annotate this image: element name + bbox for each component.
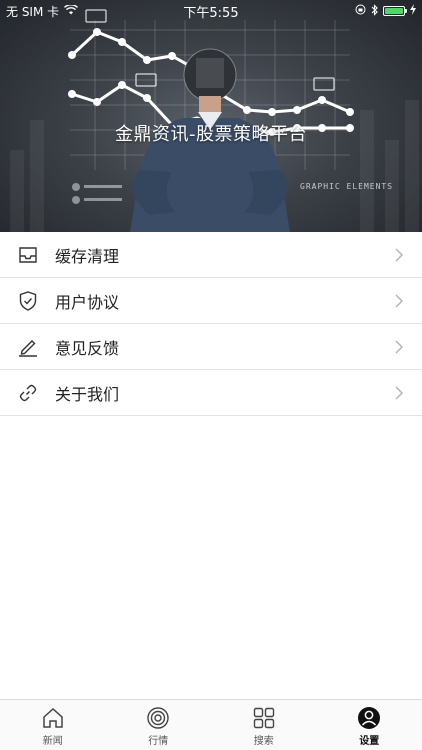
grid-icon	[253, 707, 274, 729]
tab-news[interactable]: 新闻	[0, 700, 106, 750]
header-banner: 金鼎资讯-股票策略平台 GRAPHIC ELEMENTS	[0, 0, 422, 232]
tab-label: 行情	[148, 736, 169, 747]
menu-item-clear-cache[interactable]: 缓存清理	[0, 232, 422, 278]
chevron-right-icon	[395, 385, 404, 400]
pencil-icon	[17, 336, 39, 358]
battery-icon	[383, 6, 407, 16]
tab-bar: 新闻 行情 搜索 设置	[0, 699, 422, 750]
menu-item-label: 缓存清理	[55, 246, 120, 266]
shield-check-icon	[17, 290, 39, 312]
menu-item-label: 用户协议	[55, 292, 120, 312]
carrier-label: 无 SIM 卡	[6, 4, 60, 19]
menu-item-user-agreement[interactable]: 用户协议	[0, 278, 422, 324]
link-icon	[17, 382, 39, 404]
menu-item-about-us[interactable]: 关于我们	[0, 370, 422, 416]
charging-icon	[410, 4, 416, 18]
home-icon	[43, 707, 63, 728]
settings-menu: 缓存清理 用户协议 意见反馈 关于我们	[0, 232, 422, 416]
menu-item-label: 关于我们	[55, 384, 120, 404]
bluetooth-icon	[371, 3, 378, 19]
target-icon	[147, 707, 169, 729]
user-icon	[358, 707, 381, 729]
menu-item-label: 意见反馈	[55, 338, 120, 358]
tab-settings[interactable]: 设置	[317, 700, 422, 750]
chevron-right-icon	[395, 247, 404, 262]
tab-label: 设置	[359, 736, 380, 747]
tab-label: 搜索	[253, 736, 274, 747]
wifi-icon	[64, 4, 79, 18]
tab-search[interactable]: 搜索	[211, 700, 317, 750]
banner-title: 金鼎资讯-股票策略平台	[115, 124, 307, 145]
tab-market[interactable]: 行情	[106, 700, 212, 750]
tab-label: 新闻	[42, 736, 63, 747]
banner-graphic	[10, 9, 419, 232]
banner-graphic-caption: GRAPHIC ELEMENTS	[300, 182, 394, 191]
status-bar: 无 SIM 卡 下午5:55	[0, 0, 422, 22]
chevron-right-icon	[395, 293, 404, 308]
inbox-icon	[17, 244, 39, 266]
menu-item-feedback[interactable]: 意见反馈	[0, 324, 422, 370]
chevron-right-icon	[395, 339, 404, 354]
orientation-lock-icon	[355, 4, 366, 18]
